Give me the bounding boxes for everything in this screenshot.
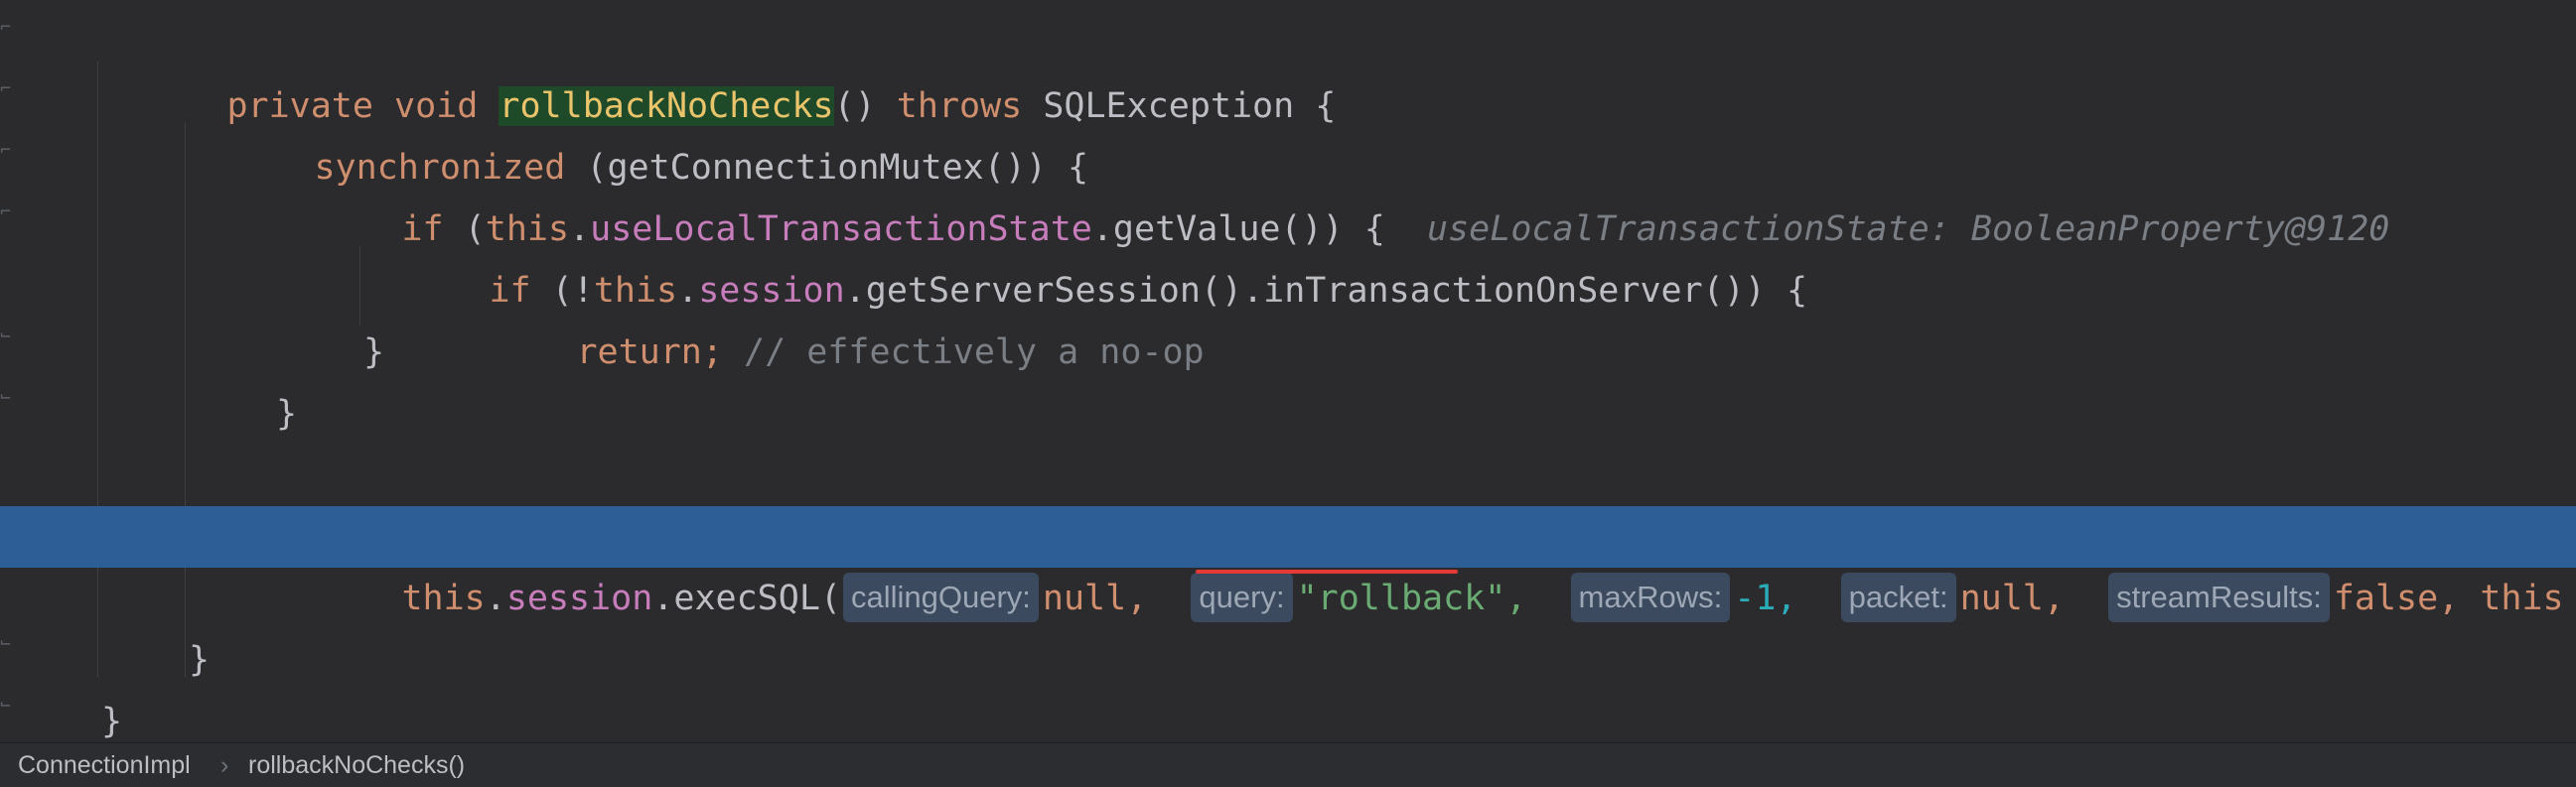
code-line[interactable]: } [0,383,2576,445]
keyword: this [2480,579,2564,618]
argument-value: null, [1042,579,1148,618]
code-line[interactable]: private void rollbackNoChecks() throws S… [0,14,2576,126]
brace: } [363,332,385,372]
brace: } [101,702,123,741]
breadcrumb-method[interactable]: rollbackNoChecks() [248,743,465,787]
code-line[interactable]: return; // effectively a no-op [0,260,2576,372]
code-line[interactable]: } [0,691,2576,742]
parameter-hint-maxRows: maxRows: [1570,573,1731,622]
breadcrumb: ConnectionImpl › rollbackNoChecks() [0,742,2576,787]
argument-value: false, [2333,579,2460,618]
brace: } [189,640,211,680]
keyword: this [401,579,486,618]
method-call: .execSQL( [652,579,841,618]
field-reference: session [505,579,653,618]
breadcrumb-class[interactable]: ConnectionImpl [18,743,191,787]
code-line[interactable]: } [0,322,2576,383]
code-line[interactable]: if (this.useLocalTransactionState.getVal… [0,137,2576,249]
parameter-hint-query: query: [1191,573,1293,622]
punctuation: . [485,579,506,618]
argument-value: null, [1959,579,2065,618]
code-line[interactable]: if (!this.session.getServerSession().inT… [0,198,2576,311]
parameter-hint-packet: packet: [1840,573,1956,622]
code-line[interactable]: synchronized (getConnectionMutex()) { [0,75,2576,188]
parameter-hint-streamResults: streamResults: [2108,573,2330,622]
argument-string-value: "rollback", [1296,579,1527,618]
code-line[interactable]: } [0,629,2576,691]
parameter-hint-callingQuery: callingQuery: [842,573,1039,622]
code-editor[interactable]: ⌐ ⌐ ⌐ ⌐ ⌙ ⌙ ⌙ ⌙ private void rollbackNoC… [0,0,2576,742]
argument-number-value: -1, [1734,579,1797,618]
annotation-underline [1196,570,1458,574]
brace: } [276,394,298,434]
breadcrumb-separator-icon: › [220,751,229,779]
execution-point-line[interactable]: this.session.execSQL(callingQuery: null, … [0,506,2576,622]
